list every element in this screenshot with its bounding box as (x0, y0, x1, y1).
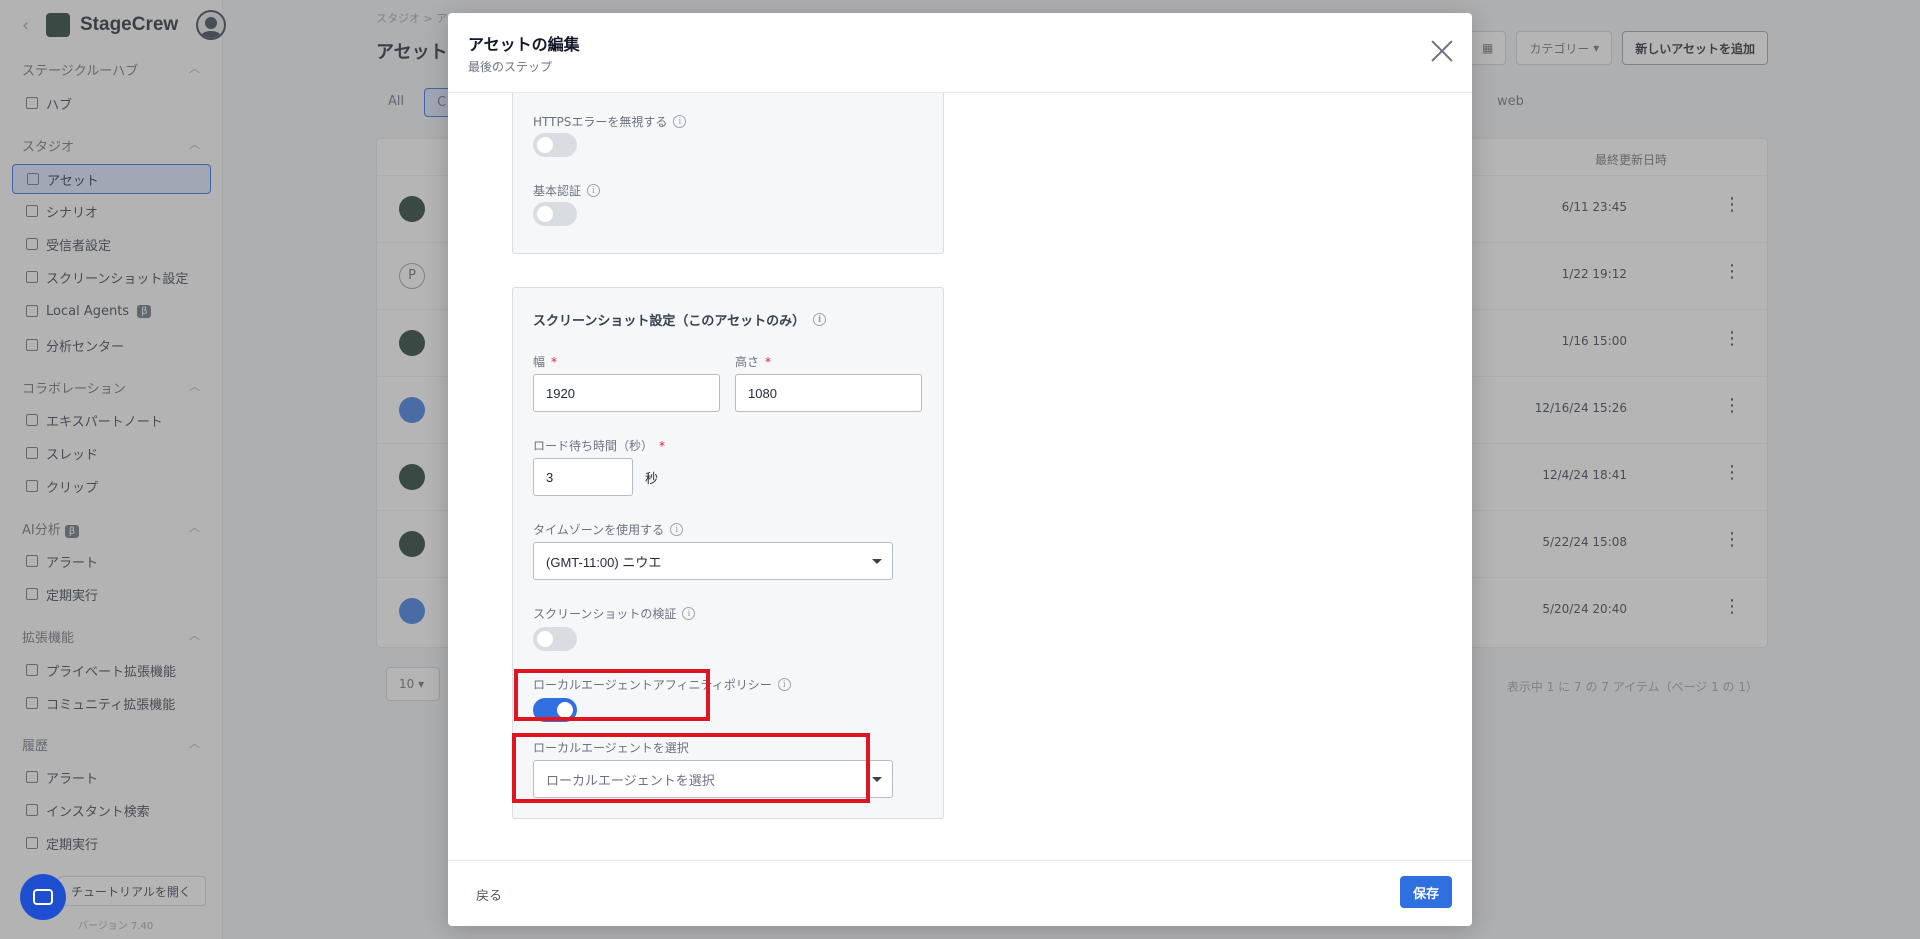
back-button[interactable]: 戻る (476, 885, 502, 904)
info-icon[interactable]: i (673, 115, 687, 128)
ignore-https-toggle[interactable] (533, 133, 577, 157)
modal-subtitle: 最後のステップ (468, 60, 553, 74)
height-input[interactable]: 1080 (735, 374, 922, 412)
screenshot-verify-toggle[interactable] (533, 627, 577, 651)
load-wait-label: ロード待ち時間（秒） * (533, 437, 665, 454)
caret-down-icon (872, 777, 882, 782)
width-label-text: 幅 (533, 355, 546, 369)
modal-header: アセットの編集 最後のステップ (448, 13, 1472, 93)
required-mark: * (551, 354, 558, 369)
load-wait-input[interactable]: 3 (533, 458, 633, 496)
highlight-box-agent-select (512, 733, 870, 803)
screenshot-settings-title: スクリーンショット設定（このアセットのみ） i (533, 310, 827, 329)
timezone-select-value: (GMT-11:00) ニウエ (546, 554, 662, 570)
verify-label: スクリーンショットの検証 i (533, 605, 696, 622)
ignore-https-text: HTTPSエラーを無視する (533, 115, 668, 129)
load-wait-label-text: ロード待ち時間（秒） (533, 439, 654, 453)
modal-title: アセットの編集 (468, 35, 580, 54)
edit-asset-modal: アセットの編集 最後のステップ HTTPSエラーを無視する i 基本認証 i スクリ… (448, 13, 1472, 926)
height-label: 高さ * (735, 353, 771, 370)
chat-launcher-button[interactable] (20, 874, 66, 920)
height-label-text: 高さ (735, 355, 760, 369)
info-icon[interactable]: i (813, 313, 827, 326)
info-icon[interactable]: i (777, 678, 791, 691)
info-icon[interactable]: i (670, 523, 684, 536)
chat-icon (33, 889, 53, 905)
required-mark: * (765, 354, 772, 369)
save-button[interactable]: 保存 (1400, 876, 1452, 908)
close-icon[interactable] (1430, 39, 1454, 63)
basic-auth-text: 基本認証 (533, 184, 582, 198)
info-icon[interactable]: i (587, 184, 601, 197)
modal-footer: 戻る 保存 (448, 860, 1472, 926)
highlight-box-affinity (514, 669, 710, 721)
required-mark: * (659, 438, 666, 453)
info-icon[interactable]: i (682, 607, 696, 620)
timezone-select[interactable]: (GMT-11:00) ニウエ (533, 542, 893, 580)
caret-down-icon (872, 559, 882, 564)
timezone-label: タイムゾーンを使用する i (533, 521, 684, 538)
basic-auth-label: 基本認証 i (533, 182, 601, 199)
load-wait-unit: 秒 (645, 472, 659, 487)
basic-auth-toggle[interactable] (533, 202, 577, 226)
width-label: 幅 * (533, 353, 557, 370)
modal-body[interactable]: HTTPSエラーを無視する i 基本認証 i スクリーンショット設定（このアセットの… (448, 93, 1472, 871)
width-input[interactable]: 1920 (533, 374, 720, 412)
screenshot-settings-title-text: スクリーンショット設定（このアセットのみ） (533, 314, 806, 329)
ignore-https-label: HTTPSエラーを無視する i (533, 113, 687, 130)
timezone-label-text: タイムゾーンを使用する (533, 523, 665, 537)
verify-label-text: スクリーンショットの検証 (533, 607, 677, 621)
connection-settings-panel: HTTPSエラーを無視する i 基本認証 i (512, 93, 944, 254)
